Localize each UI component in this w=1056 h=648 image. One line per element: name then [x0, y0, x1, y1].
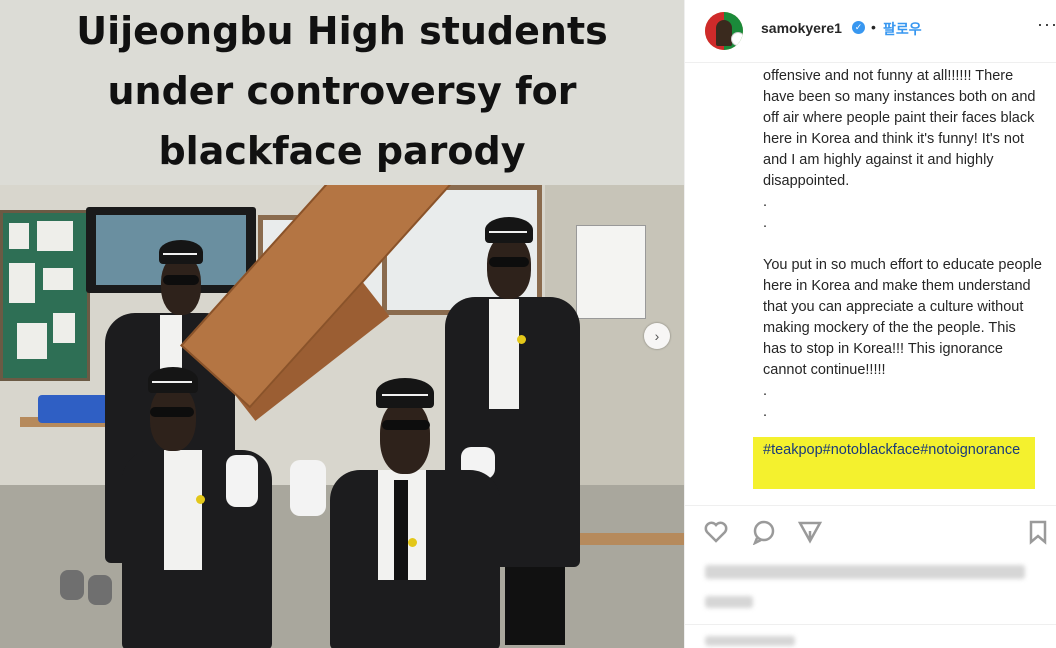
comment-icon[interactable]: [751, 519, 777, 546]
share-icon[interactable]: [797, 519, 823, 545]
likes-text-blurred: [705, 565, 1025, 579]
divider: [685, 505, 1056, 506]
caption-dot: .: [763, 194, 768, 210]
pallbearer: [122, 355, 272, 648]
more-options-icon[interactable]: ···: [1037, 14, 1056, 35]
post-header: samokyere1 ✓ • 팔로우 ···: [685, 0, 1056, 63]
username[interactable]: samokyere1: [761, 20, 842, 36]
classroom-photo: [0, 185, 684, 648]
follow-button[interactable]: 팔로우: [883, 19, 922, 39]
headline-banner: Uijeongbu High students under controvers…: [0, 0, 684, 185]
separator: •: [871, 19, 876, 35]
sandal: [88, 575, 112, 605]
headline-line-3: blackface parody: [158, 128, 526, 173]
heart-icon[interactable]: [703, 519, 729, 545]
backpack: [38, 395, 108, 423]
caption-dot: .: [763, 383, 768, 399]
verified-badge-icon: ✓: [852, 21, 865, 34]
caption-paragraph: You put in so much effort to educate peo…: [763, 257, 1042, 378]
carousel-next-button[interactable]: ›: [644, 323, 670, 349]
caption-paragraph: offensive and not funny at all!!!!!! The…: [763, 68, 1036, 189]
chevron-right-icon: ›: [654, 328, 660, 344]
bookmark-icon[interactable]: [1025, 519, 1051, 545]
headline-line-2: under controversy for: [107, 68, 577, 113]
wall-calendar: [576, 225, 646, 319]
sandal: [60, 570, 84, 600]
post-image: Uijeongbu High students under controvers…: [0, 0, 684, 648]
comment-box-blurred: [705, 636, 795, 646]
pallbearer: [290, 360, 500, 648]
hashtag-links[interactable]: #teakpop#notoblackface#notoignorance: [753, 437, 1035, 489]
timestamp-blurred: [705, 596, 753, 608]
caption: offensive and not funny at all!!!!!! The…: [763, 66, 1043, 423]
headline-text: Uijeongbu High students under controvers…: [76, 1, 607, 181]
caption-dot: .: [763, 404, 768, 420]
avatar[interactable]: [705, 12, 743, 50]
post-sidebar: samokyere1 ✓ • 팔로우 ··· offensive and not…: [684, 0, 1056, 648]
bulletin-board: [0, 210, 90, 381]
divider: [685, 624, 1056, 625]
caption-dot: .: [763, 215, 768, 231]
headline-line-1: Uijeongbu High students: [76, 8, 608, 53]
flag-badge-icon: [731, 32, 743, 46]
